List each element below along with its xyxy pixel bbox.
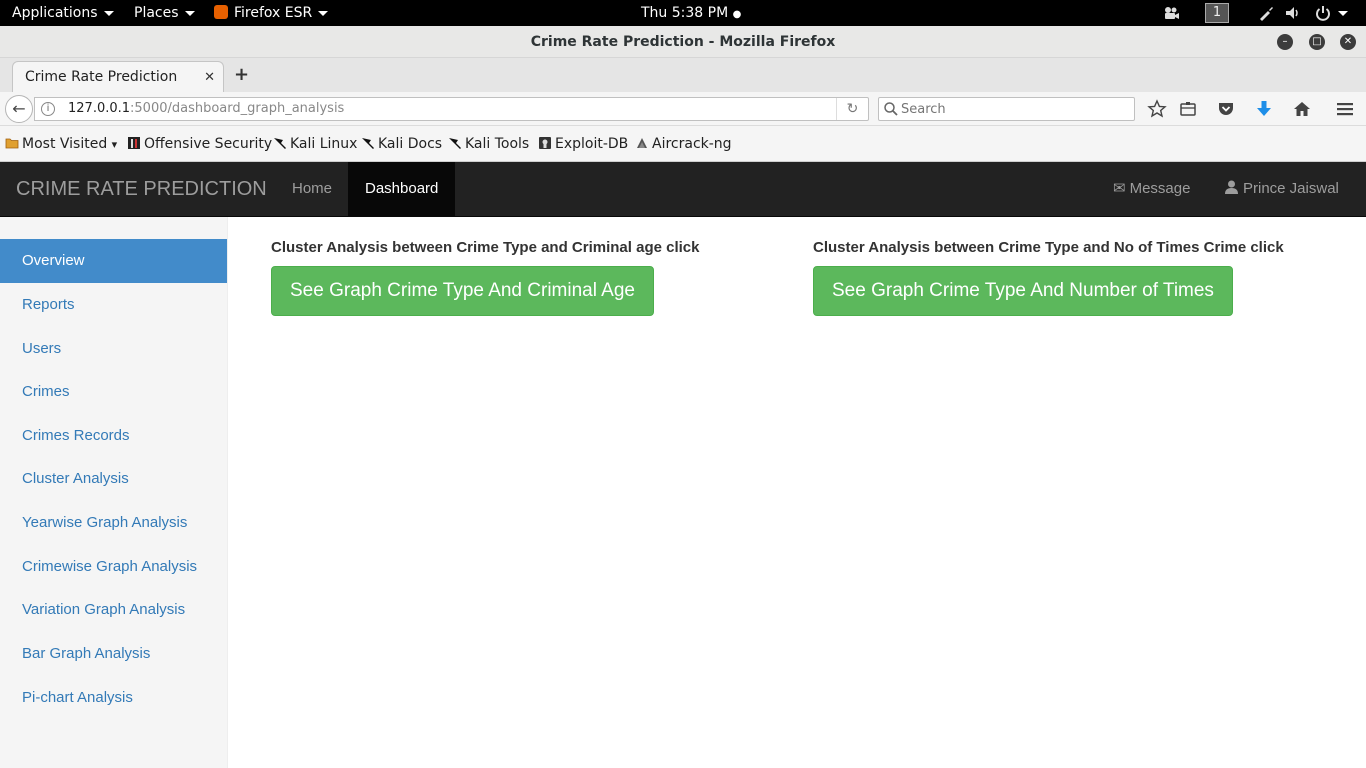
bookmark-aircrack-ng[interactable]: Aircrack-ng bbox=[635, 126, 732, 162]
chevron-down-icon: ▾ bbox=[111, 138, 118, 151]
firefox-app-menu[interactable]: Firefox ESR bbox=[214, 0, 329, 26]
gnome-top-bar: Applications Places Firefox ESR Thu 5:38… bbox=[0, 0, 1366, 26]
bookmark-star-icon[interactable] bbox=[1147, 99, 1167, 119]
sidebar-item-variation-graph-analysis[interactable]: Variation Graph Analysis bbox=[0, 588, 227, 632]
sidebar-item-bar-graph-analysis[interactable]: Bar Graph Analysis bbox=[0, 632, 227, 676]
folder-icon bbox=[5, 138, 19, 149]
maximize-window-button[interactable]: □ bbox=[1309, 34, 1325, 50]
aircrack-icon bbox=[637, 138, 647, 148]
window-titlebar: Crime Rate Prediction - Mozilla Firefox … bbox=[0, 26, 1366, 58]
bookmark-kali-docs[interactable]: Kali Docs bbox=[361, 126, 442, 162]
bookmark-label: Offensive Security bbox=[144, 136, 273, 152]
clock[interactable]: Thu 5:38 PM ● bbox=[641, 0, 741, 26]
nav-message-label: Message bbox=[1129, 180, 1191, 197]
see-graph-criminal-age-button[interactable]: See Graph Crime Type And Criminal Age bbox=[271, 266, 654, 316]
search-bar[interactable] bbox=[878, 97, 1135, 121]
bookmark-most-visited[interactable]: Most Visited ▾ bbox=[5, 126, 117, 163]
applications-label: Applications bbox=[12, 5, 98, 21]
pen-icon[interactable] bbox=[1258, 5, 1274, 21]
sidebar-item-crimewise-graph-analysis[interactable]: Crimewise Graph Analysis bbox=[0, 545, 227, 589]
url-text[interactable]: 127.0.0.1:5000/dashboard_graph_analysis bbox=[68, 98, 344, 120]
sidebar-item-reports[interactable]: Reports bbox=[0, 283, 227, 327]
bookmark-label: Kali Tools bbox=[465, 136, 530, 152]
search-icon bbox=[884, 102, 898, 116]
volume-icon[interactable] bbox=[1285, 5, 1301, 21]
brand-title[interactable]: CRIME RATE PREDICTION bbox=[16, 162, 267, 216]
nav-user-label: Prince Jaiswal bbox=[1243, 180, 1339, 197]
nav-message[interactable]: ✉ Message bbox=[1096, 162, 1207, 216]
sidebar-item-overview[interactable]: Overview bbox=[0, 239, 227, 283]
nav-home[interactable]: Home bbox=[275, 162, 349, 216]
chevron-down-icon bbox=[318, 10, 329, 16]
bookmarks-toolbar: Most Visited ▾ Offensive Security Kali L… bbox=[0, 126, 1366, 162]
back-arrow-icon: ← bbox=[12, 99, 26, 118]
bookmark-exploit-db[interactable]: Exploit-DB bbox=[538, 126, 628, 162]
chevron-down-icon bbox=[184, 10, 195, 16]
nav-user-menu[interactable]: Prince Jaiswal bbox=[1208, 162, 1366, 246]
minimize-window-button[interactable]: – bbox=[1277, 34, 1293, 50]
clock-label: Thu 5:38 PM bbox=[641, 5, 729, 21]
sidebar-item-users[interactable]: Users bbox=[0, 327, 227, 371]
cluster-age-label: Cluster Analysis between Crime Type and … bbox=[271, 239, 700, 256]
workspace-indicator[interactable]: 1 bbox=[1205, 3, 1229, 23]
bookmark-label: Exploit-DB bbox=[555, 136, 629, 152]
tab-crime-rate-prediction[interactable]: Crime Rate Prediction ✕ bbox=[12, 61, 224, 92]
sidebar: Overview Reports Users Crimes Crimes Rec… bbox=[0, 217, 228, 768]
close-window-button[interactable]: ✕ bbox=[1340, 34, 1356, 50]
firefox-icon bbox=[214, 5, 228, 19]
places-label: Places bbox=[134, 5, 179, 21]
power-icon[interactable] bbox=[1315, 5, 1331, 21]
see-graph-number-of-times-button[interactable]: See Graph Crime Type And Number of Times bbox=[813, 266, 1233, 316]
hamburger-menu-icon[interactable] bbox=[1335, 99, 1355, 119]
bookmark-label: Most Visited bbox=[22, 136, 108, 152]
home-icon[interactable] bbox=[1292, 99, 1312, 119]
bookmark-kali-linux[interactable]: Kali Linux bbox=[273, 126, 357, 162]
pocket-icon[interactable] bbox=[1216, 99, 1236, 119]
reading-list-icon[interactable] bbox=[1178, 99, 1198, 119]
downloads-icon[interactable] bbox=[1254, 99, 1274, 119]
url-path: :5000/dashboard_graph_analysis bbox=[130, 101, 345, 116]
tab-strip: Crime Rate Prediction ✕ + bbox=[0, 58, 1366, 92]
kali-dragon-icon bbox=[449, 138, 461, 149]
sidebar-item-yearwise-graph-analysis[interactable]: Yearwise Graph Analysis bbox=[0, 501, 227, 545]
window-title: Crime Rate Prediction - Mozilla Firefox bbox=[530, 34, 836, 50]
url-host: 127.0.0.1 bbox=[68, 101, 131, 116]
browser-navigation-toolbar: i 127.0.0.1:5000/dashboard_graph_analysi… bbox=[0, 92, 1366, 126]
site-info-icon[interactable]: i bbox=[41, 102, 55, 116]
url-bar[interactable]: i 127.0.0.1:5000/dashboard_graph_analysi… bbox=[34, 97, 869, 121]
bookmark-label: Aircrack-ng bbox=[652, 136, 732, 152]
back-button[interactable]: ← bbox=[5, 95, 33, 123]
sidebar-item-cluster-analysis[interactable]: Cluster Analysis bbox=[0, 457, 227, 501]
envelope-icon: ✉ bbox=[1113, 180, 1126, 197]
search-input[interactable] bbox=[901, 99, 1129, 119]
nav-dashboard[interactable]: Dashboard bbox=[348, 162, 456, 216]
cluster-times-label: Cluster Analysis between Crime Type and … bbox=[813, 239, 1284, 256]
bookmark-label: Kali Linux bbox=[290, 136, 358, 152]
applications-menu[interactable]: Applications bbox=[12, 0, 114, 26]
chevron-down-icon bbox=[103, 10, 114, 16]
bookmark-kali-tools[interactable]: Kali Tools bbox=[448, 126, 529, 162]
close-tab-icon[interactable]: ✕ bbox=[204, 62, 215, 93]
video-camera-icon[interactable] bbox=[1163, 5, 1179, 21]
offsec-icon bbox=[128, 137, 140, 149]
firefox-app-label: Firefox ESR bbox=[234, 5, 313, 21]
new-tab-button[interactable]: + bbox=[234, 64, 249, 86]
bookmark-offensive-security[interactable]: Offensive Security bbox=[127, 126, 272, 162]
notification-dot-icon: ● bbox=[732, 9, 742, 20]
kali-dragon-icon bbox=[274, 138, 286, 149]
exploitdb-icon bbox=[539, 137, 551, 149]
sidebar-item-crimes[interactable]: Crimes bbox=[0, 370, 227, 414]
user-icon bbox=[1225, 180, 1238, 194]
tab-title: Crime Rate Prediction bbox=[25, 69, 178, 85]
sidebar-item-pi-chart-analysis[interactable]: Pi-chart Analysis bbox=[0, 676, 227, 720]
places-menu[interactable]: Places bbox=[134, 0, 195, 26]
sidebar-item-crimes-records[interactable]: Crimes Records bbox=[0, 414, 227, 458]
system-menu-chevron-icon[interactable] bbox=[1338, 11, 1348, 16]
main-content: Cluster Analysis between Crime Type and … bbox=[228, 217, 1366, 768]
bookmark-label: Kali Docs bbox=[378, 136, 443, 152]
reload-icon[interactable]: ↻ bbox=[836, 98, 868, 120]
kali-dragon-icon bbox=[362, 138, 374, 149]
app-navbar: CRIME RATE PREDICTION Home Dashboard ✉ Me… bbox=[0, 162, 1366, 246]
